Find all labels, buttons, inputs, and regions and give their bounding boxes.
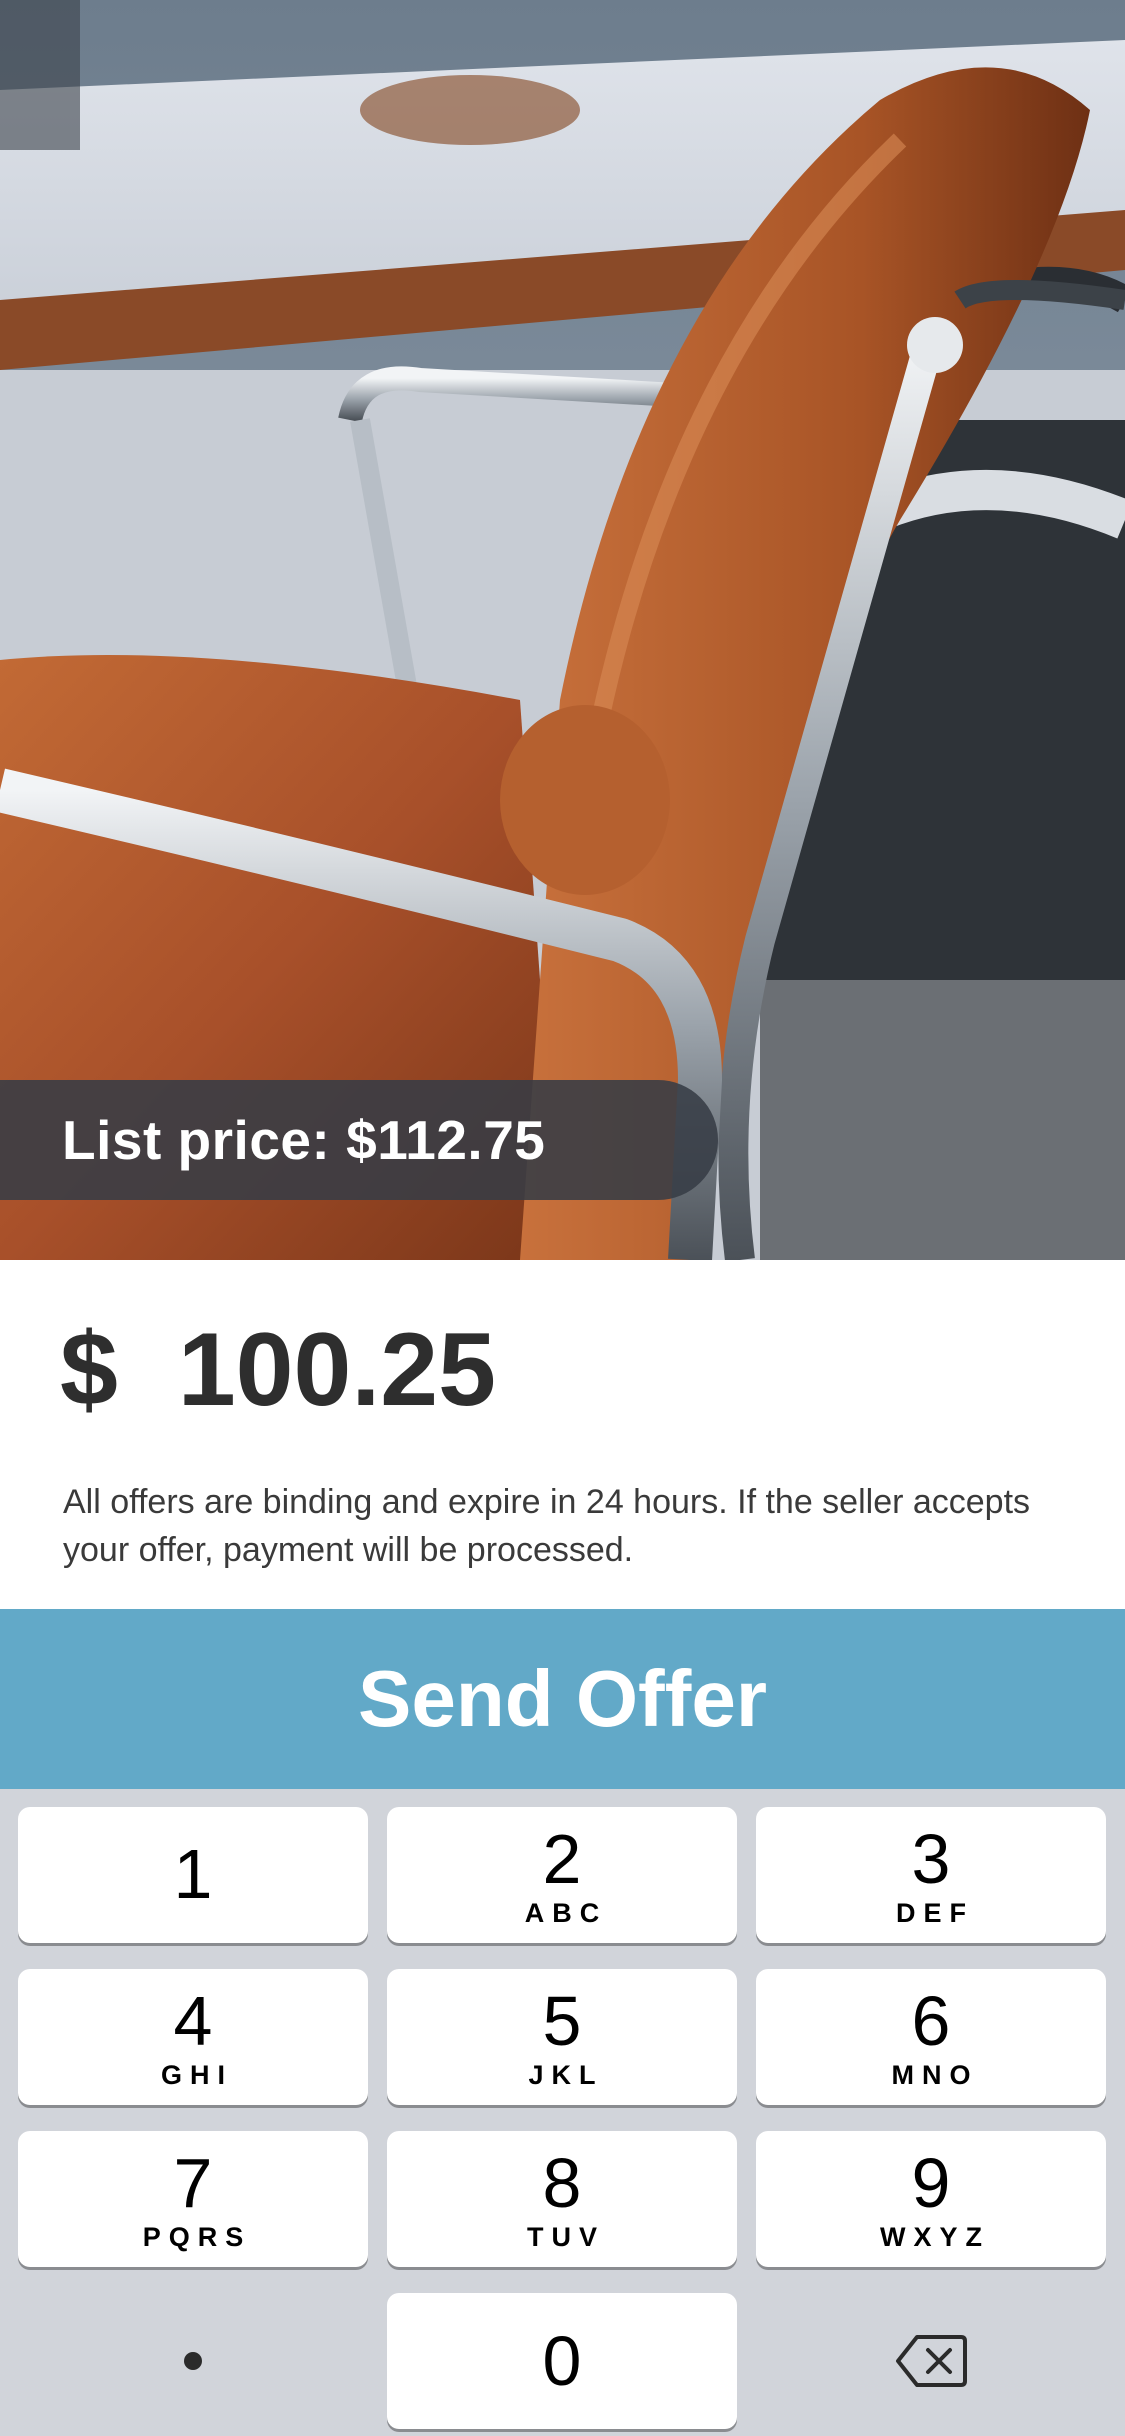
- key-digit: 3: [911, 1819, 951, 1898]
- delete-backspace-icon: [896, 2335, 967, 2387]
- key-digit: 6: [911, 1981, 951, 2060]
- list-price-badge: List price: $112.75: [0, 1080, 718, 1200]
- list-price-label: List price: $112.75: [62, 1109, 546, 1171]
- key-letters: TUV: [527, 2221, 605, 2252]
- listing-photo: List price: $112.75: [0, 0, 1125, 1260]
- key-5[interactable]: 5 JKL: [387, 1969, 737, 2105]
- key-digit: 8: [542, 2143, 582, 2222]
- send-offer-button[interactable]: Send Offer: [0, 1609, 1125, 1789]
- key-0[interactable]: 0: [387, 2293, 737, 2429]
- key-decimal[interactable]: [18, 2293, 368, 2429]
- key-letters: WXYZ: [880, 2221, 990, 2252]
- key-1[interactable]: 1: [18, 1807, 368, 1943]
- decimal-point-icon: [184, 2352, 202, 2370]
- key-letters: MNO: [891, 2059, 979, 2090]
- offer-amount-display[interactable]: $ 100.25: [60, 1312, 496, 1428]
- key-digit: 7: [173, 2143, 213, 2222]
- key-9[interactable]: 9 WXYZ: [756, 2131, 1106, 2267]
- key-letters: GHI: [160, 2059, 233, 2090]
- key-6[interactable]: 6 MNO: [756, 1969, 1106, 2105]
- key-letters: ABC: [524, 1897, 608, 1928]
- key-digit: 1: [173, 1835, 213, 1913]
- offer-amount-value: 100.25: [177, 1311, 496, 1428]
- key-digit: 0: [542, 2322, 582, 2400]
- office-chair-photo: [0, 0, 1125, 1260]
- key-letters: DEF: [896, 1897, 974, 1928]
- key-4[interactable]: 4 GHI: [18, 1969, 368, 2105]
- key-3[interactable]: 3 DEF: [756, 1807, 1106, 1943]
- offer-disclaimer: All offers are binding and expire in 24 …: [63, 1483, 1031, 1569]
- key-7[interactable]: 7 PQRS: [18, 2131, 368, 2267]
- currency-symbol: $: [60, 1311, 118, 1428]
- key-digit: 2: [542, 1819, 582, 1898]
- key-letters: PQRS: [142, 2221, 252, 2252]
- key-digit: 4: [173, 1981, 213, 2060]
- key-2[interactable]: 2 ABC: [387, 1807, 737, 1943]
- key-digit: 5: [542, 1981, 582, 2060]
- key-letters: JKL: [528, 2059, 604, 2090]
- key-delete[interactable]: [756, 2293, 1106, 2429]
- key-8[interactable]: 8 TUV: [387, 2131, 737, 2267]
- numeric-keypad: 1 2 ABC 3 DEF 4 GHI 5 JKL 6 MNO 7 PQRS 8…: [0, 1789, 1125, 2436]
- key-digit: 9: [911, 2143, 951, 2222]
